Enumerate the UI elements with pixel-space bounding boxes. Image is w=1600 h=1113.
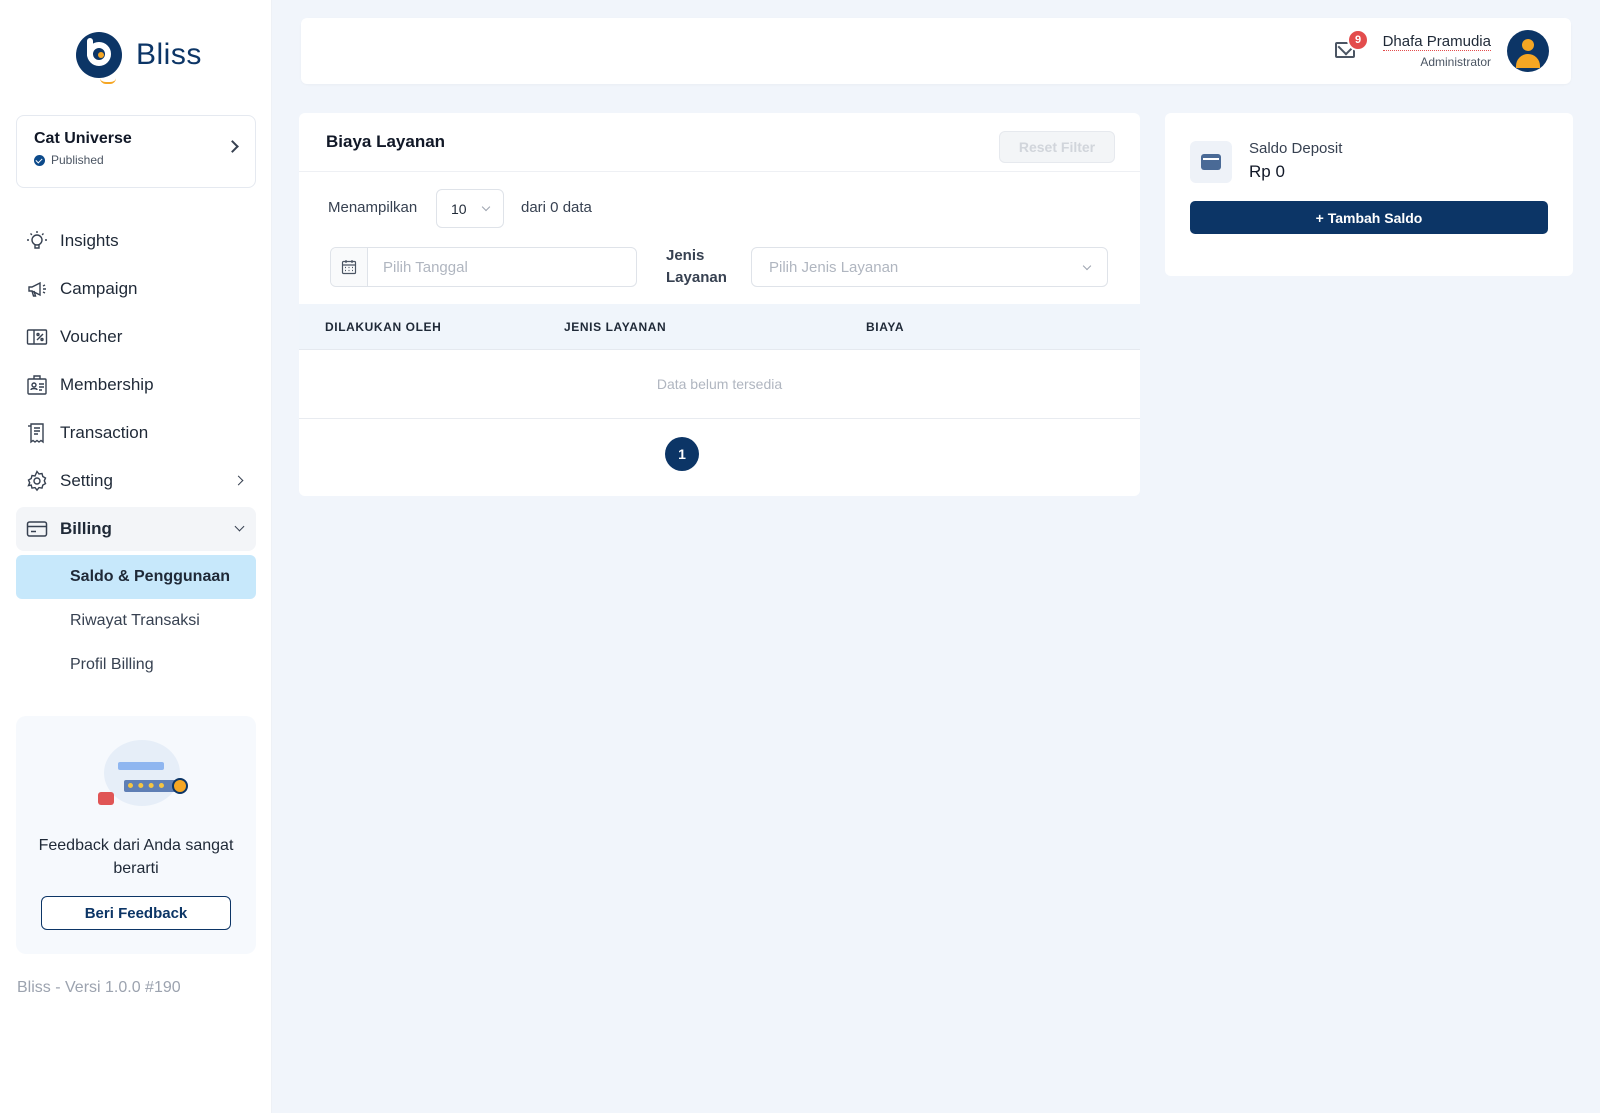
show-label: Menampilkan — [328, 199, 418, 216]
column-header-service-type[interactable]: JENIS LAYANAN — [564, 320, 666, 334]
sidebar: Bliss Cat Universe Published Insights Ca… — [0, 0, 272, 1113]
sidebar-item-label: Transaction — [60, 423, 149, 442]
sidebar-item-billing[interactable]: Billing — [16, 507, 256, 551]
sidebar-subitem-saldo-penggunaan[interactable]: Saldo & Penggunaan — [16, 555, 256, 599]
date-input[interactable] — [369, 248, 636, 286]
sidebar-subitem-profil-billing[interactable]: Profil Billing — [16, 643, 256, 687]
sidebar-item-voucher[interactable]: Voucher — [16, 315, 256, 359]
date-picker[interactable] — [330, 247, 637, 287]
page-size-value: 10 — [451, 201, 467, 217]
sidebar-item-insights[interactable]: Insights — [16, 219, 256, 263]
pagination: 1 — [665, 437, 699, 471]
add-balance-button[interactable]: + Tambah Saldo — [1190, 201, 1548, 234]
logo-smile-icon — [100, 78, 116, 84]
verified-icon — [34, 154, 45, 166]
column-header-performed-by[interactable]: DILAKUKAN OLEH — [325, 320, 441, 334]
sidebar-item-transaction[interactable]: Transaction — [16, 411, 256, 455]
table-header: DILAKUKAN OLEH JENIS LAYANAN BIAYA — [299, 304, 1140, 350]
megaphone-icon — [26, 278, 48, 300]
give-feedback-button[interactable]: Beri Feedback — [41, 896, 231, 930]
divider — [299, 171, 1140, 172]
lightbulb-icon — [26, 230, 48, 252]
receipt-icon — [26, 422, 48, 444]
top-header: 9 Dhafa Pramudia Administrator — [301, 18, 1571, 84]
feedback-illustration-icon — [88, 740, 188, 810]
store-status-label: Published — [51, 153, 104, 167]
brand-logo[interactable]: Bliss — [76, 32, 202, 84]
brand-name: Bliss — [136, 38, 202, 71]
sidebar-item-label: Insights — [60, 231, 119, 250]
wallet-icon — [1190, 141, 1232, 183]
sidebar-item-membership[interactable]: Membership — [16, 363, 256, 407]
voucher-icon — [26, 326, 48, 348]
user-name[interactable]: Dhafa Pramudia — [1382, 33, 1491, 51]
sidebar-item-label: Billing — [60, 519, 112, 538]
card-title: Biaya Layanan — [326, 132, 446, 151]
notifications-button[interactable]: 9 — [1335, 29, 1369, 60]
sidebar-item-label: Voucher — [60, 327, 123, 346]
credit-card-icon — [26, 518, 48, 540]
deposit-card: Saldo Deposit Rp 0 + Tambah Saldo — [1165, 113, 1573, 276]
avatar[interactable] — [1507, 30, 1549, 72]
calendar-icon — [331, 248, 368, 286]
membership-card-icon — [26, 374, 48, 396]
service-fee-card: Biaya Layanan Reset Filter Menampilkan 1… — [299, 113, 1140, 496]
sidebar-item-label: Campaign — [60, 279, 138, 298]
chevron-down-icon — [1082, 261, 1092, 271]
table-empty-state: Data belum tersedia — [299, 350, 1140, 419]
chevron-down-icon — [234, 521, 245, 532]
notification-badge: 9 — [1347, 29, 1369, 51]
feedback-card: Feedback dari Anda sangat berarti Beri F… — [16, 716, 256, 954]
sidebar-item-label: Membership — [60, 375, 154, 394]
deposit-value: Rp 0 — [1249, 162, 1285, 181]
sidebar-item-setting[interactable]: Setting — [16, 459, 256, 503]
store-name: Cat Universe — [34, 130, 132, 147]
gear-icon — [26, 470, 48, 492]
sidebar-subitem-riwayat-transaksi[interactable]: Riwayat Transaksi — [16, 599, 256, 643]
deposit-label: Saldo Deposit — [1249, 140, 1343, 157]
user-role: Administrator — [1420, 55, 1491, 69]
bliss-logo-icon — [76, 32, 122, 78]
chevron-down-icon — [481, 202, 491, 212]
sidebar-nav: Insights Campaign Voucher Membership Tra… — [16, 219, 256, 687]
sidebar-item-label: Setting — [60, 471, 113, 490]
chevron-right-icon — [233, 475, 244, 486]
service-type-placeholder: Pilih Jenis Layanan — [769, 259, 899, 276]
page-size-select[interactable]: 10 — [436, 189, 504, 228]
page-number-button[interactable]: 1 — [665, 437, 699, 471]
reset-filter-button[interactable]: Reset Filter — [999, 131, 1115, 163]
store-status: Published — [34, 153, 238, 167]
sidebar-item-campaign[interactable]: Campaign — [16, 267, 256, 311]
total-data-label: dari 0 data — [521, 199, 592, 216]
service-type-label: Jenis Layanan — [666, 247, 727, 286]
column-header-fee[interactable]: BIAYA — [866, 320, 904, 334]
store-selector[interactable]: Cat Universe Published — [16, 115, 256, 188]
app-version: Bliss - Versi 1.0.0 #190 — [17, 979, 181, 996]
service-type-select[interactable]: Pilih Jenis Layanan — [751, 247, 1108, 287]
feedback-message: Feedback dari Anda sangat berarti — [38, 837, 234, 877]
